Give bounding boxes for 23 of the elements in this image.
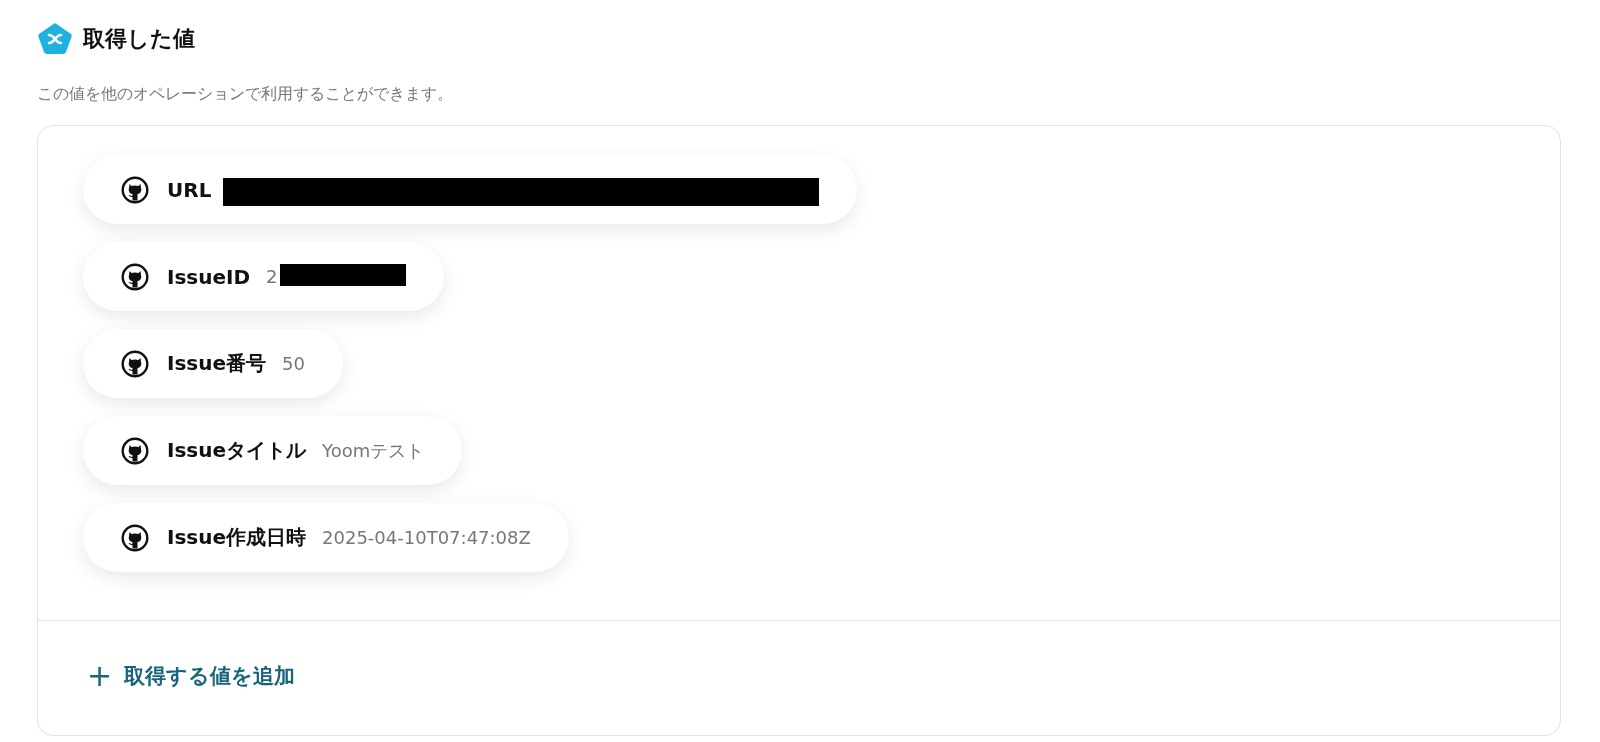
- value-text: 50: [282, 353, 305, 374]
- value-label: Issue作成日時: [167, 524, 307, 551]
- value-chip[interactable]: Issueタイトル Yoomテスト: [83, 416, 463, 485]
- cat-icon: [121, 262, 149, 291]
- value-text: 2025-04-10T07:47:08Z: [322, 527, 531, 548]
- cat-icon: [121, 436, 149, 465]
- logo-icon: [37, 22, 73, 56]
- value-label: IssueID: [167, 264, 251, 289]
- value-chip[interactable]: Issue作成日時 2025-04-10T07:47:08Z: [83, 503, 569, 572]
- cat-icon: [121, 349, 149, 378]
- value-chip[interactable]: Issue番号 50: [83, 329, 343, 398]
- value-text: 2: [266, 266, 278, 287]
- section-description: この値を他のオペレーションで利用することができます。: [37, 84, 454, 105]
- cat-icon: [121, 175, 149, 204]
- value-label: Issueタイトル: [167, 437, 307, 464]
- section-title: 取得した値: [83, 25, 195, 53]
- value-text: Yoomテスト: [322, 438, 425, 463]
- value-chip[interactable]: URL: [83, 155, 858, 224]
- cat-icon: [121, 523, 149, 552]
- value-label: Issue番号: [167, 350, 267, 377]
- value-chip[interactable]: IssueID 2: [83, 242, 444, 311]
- add-value-button[interactable]: + 取得する値を追加: [83, 655, 300, 697]
- value-label: URL: [167, 177, 212, 202]
